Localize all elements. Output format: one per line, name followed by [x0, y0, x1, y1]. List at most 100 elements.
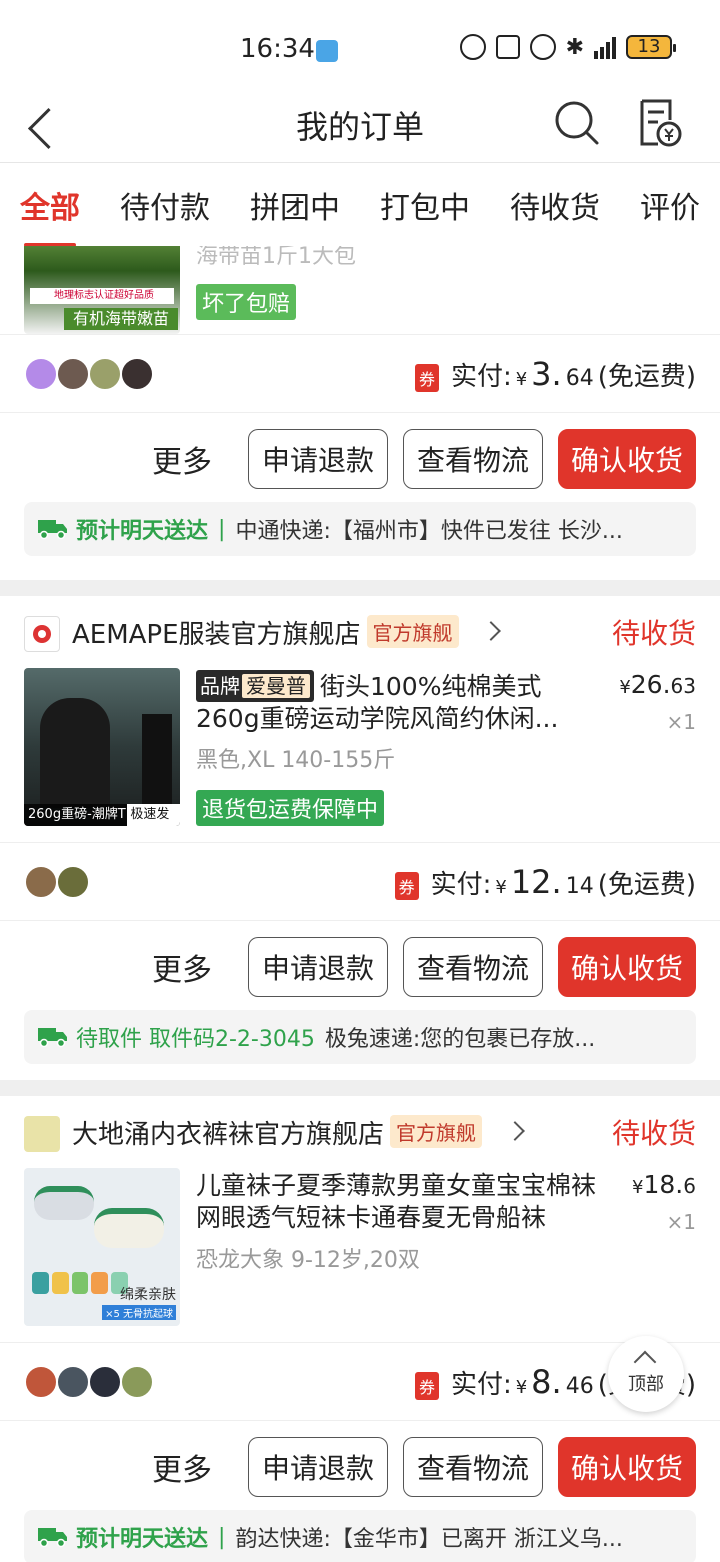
- product-image: [94, 1208, 164, 1248]
- product-image: [34, 1186, 94, 1220]
- product-title[interactable]: 儿童袜子夏季薄款男童女童宝宝棉袜网眼透气短袜卡通春夏无骨船袜: [196, 1170, 596, 1234]
- brand-tag-label: 品牌: [200, 674, 240, 698]
- avatar: [56, 865, 90, 899]
- delivery-status: 待取件 取件码2-2-3045: [76, 1027, 315, 1052]
- confirm-receipt-button[interactable]: 确认收货: [558, 429, 696, 489]
- product-title[interactable]: 品牌 爱曼普 街头100%纯棉美式260g重磅运动学院风简约休闲...: [196, 670, 596, 735]
- official-flag-badge: 官方旗舰: [366, 615, 459, 648]
- order-item[interactable]: 绵柔亲肤 ×5 无骨抗起球 儿童袜子夏季薄款男童女童宝宝棉袜网眼透气短袜卡通春夏…: [0, 1166, 720, 1342]
- shop-logo: [24, 1116, 60, 1152]
- tracking-bar[interactable]: 预计明天送达 | 中通快递:【福州市】快件已发往 长沙...: [24, 502, 696, 556]
- payment-row: 券 实付: ¥3. 64 (免运费): [0, 334, 720, 412]
- payment-row: 券 实付: ¥12. 14 (免运费): [0, 842, 720, 920]
- bluetooth-icon: ✱: [565, 34, 584, 60]
- guarantee-badge: 坏了包赔: [196, 284, 297, 320]
- tracking-detail: 极兔速递:您的包裹已存放...: [324, 1027, 596, 1052]
- product-image[interactable]: 绵柔亲肤 ×5 无骨抗起球: [24, 1168, 180, 1326]
- paid-currency: ¥: [515, 369, 528, 390]
- item-spec: 恐龙大象 9-12岁,20双: [196, 1248, 420, 1273]
- chevron-right-icon: [505, 1121, 525, 1141]
- app-notification-icon: [316, 40, 338, 62]
- more-button[interactable]: 更多: [152, 1445, 212, 1489]
- product-image: [32, 1272, 128, 1294]
- price-currency: ¥: [632, 1177, 644, 1198]
- shop-header[interactable]: 大地涌内衣裤袜官方旗舰店 官方旗舰 待收货: [0, 1096, 720, 1166]
- divider: |: [218, 1524, 226, 1550]
- image-caption: 有机海带嫩苗: [64, 308, 178, 330]
- order-item[interactable]: 地理标志认证超好品质 有机海带嫩苗 海带苗1斤1大包 坏了包赔: [0, 246, 720, 334]
- product-image: [142, 714, 172, 810]
- tab-all[interactable]: 全部: [20, 183, 80, 247]
- brand-name: 爱曼普: [242, 674, 310, 698]
- signal-icon: [594, 35, 616, 59]
- buyer-avatars: [24, 357, 154, 391]
- product-image: [40, 698, 110, 808]
- view-logistics-button[interactable]: 查看物流: [403, 937, 543, 997]
- item-price: ¥18.6: [632, 1170, 696, 1199]
- search-icon[interactable]: [554, 100, 600, 146]
- image-caption: 绵柔亲肤: [120, 1287, 176, 1303]
- buyer-avatars: [24, 865, 90, 899]
- tab-review[interactable]: 评价: [640, 183, 700, 227]
- shipping-note: (免运费): [597, 870, 696, 900]
- status-bar: 16:34 ✱ 13: [0, 0, 720, 92]
- more-button[interactable]: 更多: [152, 437, 212, 481]
- order-tabs: 全部 待付款 拼团中 打包中 待收货 评价: [0, 162, 720, 247]
- paid-label: 实付:: [450, 1370, 512, 1400]
- back-to-top-button[interactable]: 顶部: [608, 1336, 684, 1412]
- coupon-icon: 券: [394, 872, 419, 900]
- tracking-detail: 韵达快递:【金华市】已离开 浙江义乌...: [235, 1527, 623, 1552]
- product-image[interactable]: 260g重磅-潮牌T恤 极速发货: [24, 668, 180, 826]
- truck-icon: [38, 520, 67, 540]
- price-decimal: 63: [670, 674, 696, 698]
- avatar: [88, 1365, 122, 1399]
- paid-amount: 券 实付: ¥3. 64 (免运费): [414, 355, 696, 393]
- avatar: [56, 1365, 90, 1399]
- order-status: 待收货: [611, 1117, 696, 1150]
- coupon-icon: 券: [414, 1372, 439, 1400]
- confirm-receipt-button[interactable]: 确认收货: [558, 1437, 696, 1497]
- price-currency: ¥: [619, 677, 631, 698]
- tab-pending-receipt[interactable]: 待收货: [510, 183, 600, 227]
- refund-button[interactable]: 申请退款: [248, 429, 388, 489]
- order-item[interactable]: 260g重磅-潮牌T恤 极速发货 品牌爱曼普街头100%纯棉美式260g重磅运动…: [0, 666, 720, 842]
- bill-icon[interactable]: [636, 98, 682, 148]
- shop-name[interactable]: AEMAPE服装官方旗舰店 官方旗舰: [72, 614, 459, 651]
- tracking-bar[interactable]: 待取件 取件码2-2-3045 极兔速递:您的包裹已存放...: [24, 1010, 696, 1064]
- tab-packing[interactable]: 打包中: [380, 183, 470, 227]
- confirm-receipt-button[interactable]: 确认收货: [558, 937, 696, 997]
- shop-name[interactable]: 大地涌内衣裤袜官方旗舰店 官方旗舰: [72, 1114, 483, 1151]
- price-integer: 18.: [643, 1170, 684, 1199]
- view-logistics-button[interactable]: 查看物流: [403, 429, 543, 489]
- avatar: [24, 357, 58, 391]
- divider: |: [218, 516, 226, 542]
- image-caption-text: 极速发货: [127, 804, 180, 826]
- avatar: [24, 865, 58, 899]
- divider: [0, 1080, 720, 1096]
- paid-integer: 3.: [531, 355, 562, 393]
- paid-currency: ¥: [515, 1377, 528, 1398]
- status-time: 16:34: [240, 34, 315, 64]
- refund-button[interactable]: 申请退款: [248, 937, 388, 997]
- nav-bar: 我的订单: [0, 92, 720, 162]
- more-button[interactable]: 更多: [152, 945, 212, 989]
- view-logistics-button[interactable]: 查看物流: [403, 1437, 543, 1497]
- buyer-avatars: [24, 1365, 154, 1399]
- coupon-icon: 券: [414, 364, 439, 392]
- shop-name-text: 大地涌内衣裤袜官方旗舰店: [72, 1120, 385, 1150]
- tab-pending-payment[interactable]: 待付款: [120, 183, 210, 227]
- paid-label: 实付:: [450, 362, 512, 392]
- avatar: [88, 357, 122, 391]
- tracking-bar[interactable]: 预计明天送达 | 韵达快递:【金华市】已离开 浙江义乌...: [24, 1510, 696, 1562]
- tab-group-buying[interactable]: 拼团中: [250, 183, 340, 227]
- official-flag-badge: 官方旗舰: [390, 1115, 483, 1148]
- shop-header[interactable]: AEMAPE服装官方旗舰店 官方旗舰 待收货: [0, 596, 720, 666]
- refund-button[interactable]: 申请退款: [248, 1437, 388, 1497]
- order-status: 待收货: [611, 617, 696, 650]
- price-integer: 26.: [630, 670, 671, 699]
- product-image[interactable]: 地理标志认证超好品质 有机海带嫩苗: [24, 246, 180, 334]
- order-card: 地理标志认证超好品质 有机海带嫩苗 海带苗1斤1大包 坏了包赔 券 实付: ¥3…: [0, 246, 720, 580]
- avatar: [120, 357, 154, 391]
- image-caption-text: 260g重磅-潮牌T恤: [28, 807, 126, 822]
- price-decimal: 6: [683, 1174, 696, 1198]
